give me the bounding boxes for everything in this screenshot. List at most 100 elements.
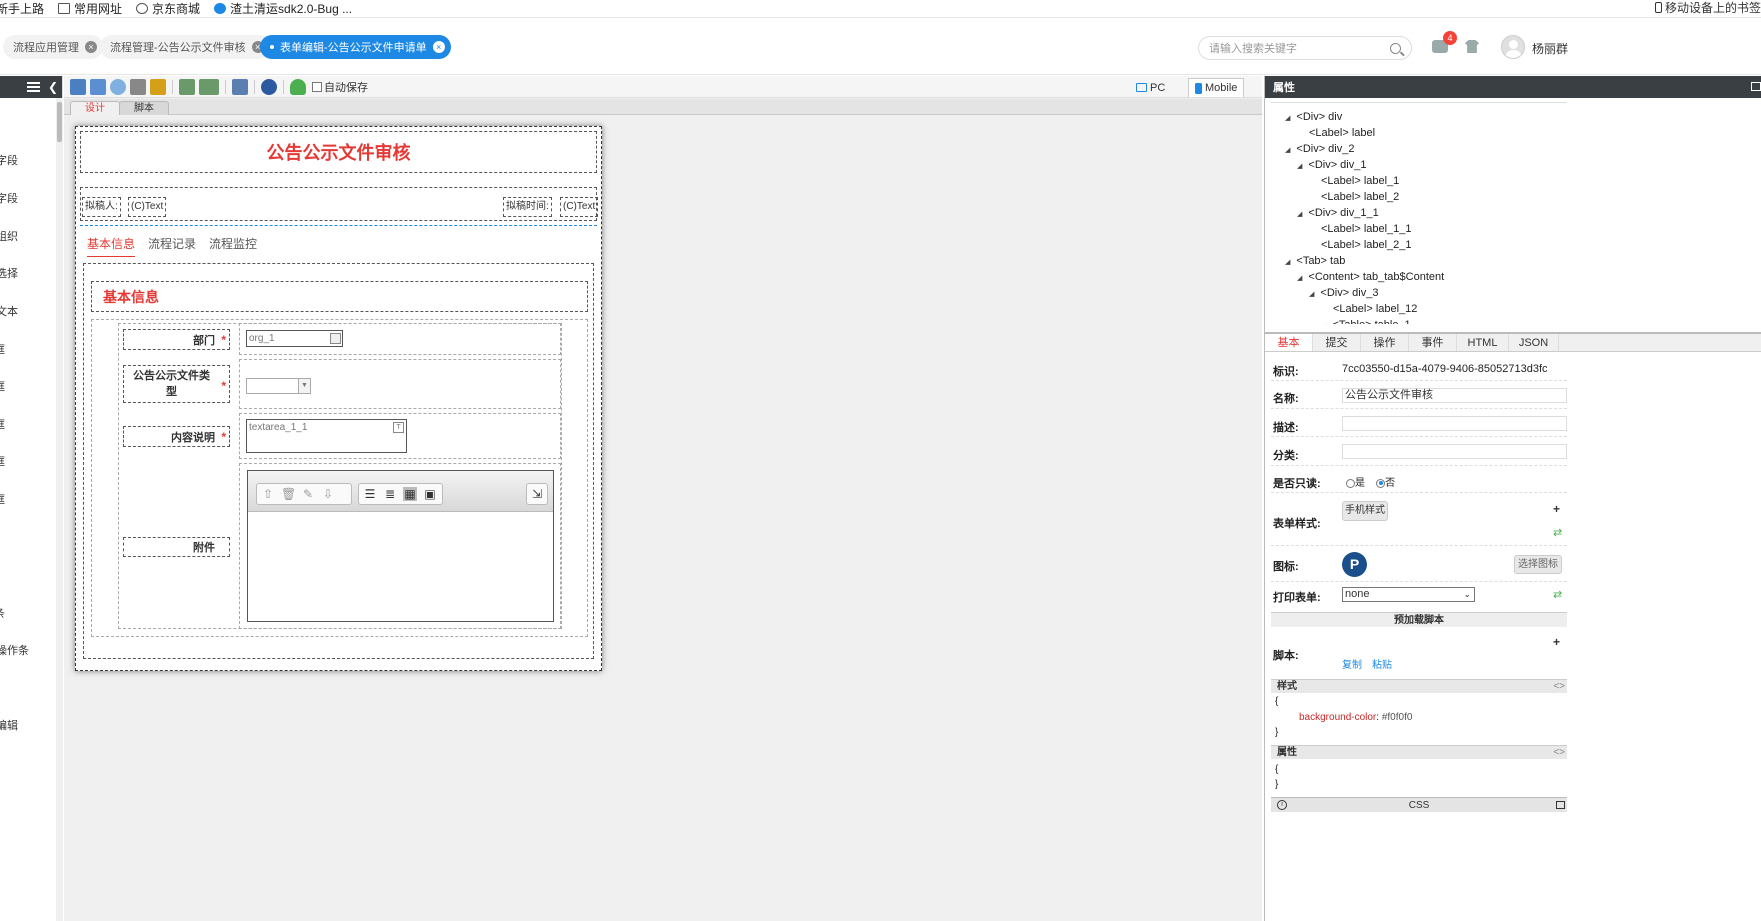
close-icon[interactable]: ×: [432, 41, 445, 53]
tab-action[interactable]: 操作: [1361, 334, 1409, 351]
maximize-icon[interactable]: [1751, 82, 1761, 91]
dept-label[interactable]: 部门 *: [123, 329, 230, 350]
search-input[interactable]: 请输入搜索关键字: [1198, 36, 1412, 60]
tab-script[interactable]: 脚本: [119, 101, 169, 115]
select-icon-button[interactable]: 选择图标: [1514, 555, 1562, 574]
tab-basic-info[interactable]: 基本信息: [87, 235, 136, 257]
download-icon[interactable]: ⇩: [321, 487, 335, 501]
tab-submit[interactable]: 提交: [1313, 334, 1361, 351]
tree-node[interactable]: <Label> label: [1309, 127, 1375, 139]
tab-form-edit[interactable]: 表单编辑-公告公示文件申请单 ×: [260, 35, 451, 59]
tab-process-app-management[interactable]: 流程应用管理 ×: [3, 35, 103, 59]
avatar[interactable]: [1501, 35, 1525, 59]
code-icon[interactable]: <>: [1553, 680, 1565, 694]
grid-icon[interactable]: ▦: [403, 487, 417, 501]
tab-html[interactable]: HTML: [1457, 334, 1509, 351]
autosave-checkbox[interactable]: [312, 81, 322, 92]
info-icon[interactable]: i: [1277, 800, 1287, 810]
sidebar-item[interactable]: 字段: [0, 190, 18, 206]
tab-process-monitor[interactable]: 流程监控: [209, 235, 257, 257]
text-format-icon[interactable]: T: [393, 422, 404, 433]
tree-node[interactable]: <Label> label_2: [1321, 191, 1399, 203]
expand-triangle-icon[interactable]: ◢: [1309, 291, 1314, 298]
content-textarea[interactable]: textarea_1_1 T: [246, 419, 407, 453]
type-select[interactable]: ▼: [246, 378, 311, 394]
sidebar-item[interactable]: 框: [0, 416, 5, 432]
readonly-yes-radio[interactable]: [1346, 478, 1355, 488]
sidebar-item[interactable]: 组织: [0, 228, 18, 244]
add-icon[interactable]: +: [1553, 502, 1560, 516]
dept-picker[interactable]: org_1: [246, 330, 343, 347]
refresh-icon[interactable]: ⇄: [1553, 588, 1562, 601]
content-label[interactable]: 内容说明 *: [123, 426, 230, 447]
wand-icon[interactable]: [150, 78, 166, 95]
add-icon[interactable]: +: [1553, 635, 1560, 649]
section-title[interactable]: 基本信息: [91, 281, 588, 312]
tab-design[interactable]: 设计: [70, 101, 120, 115]
draft-time-value[interactable]: (C)Text: [560, 197, 599, 217]
drafter-value[interactable]: (C)Text: [128, 197, 167, 217]
tree-node[interactable]: ◢ <Table> table_1: [1321, 319, 1411, 324]
expand-triangle-icon[interactable]: ◢: [1297, 275, 1302, 282]
category-input[interactable]: [1342, 444, 1567, 459]
sidebar-item[interactable]: 框: [0, 491, 5, 507]
mobile-style-button[interactable]: 手机样式: [1342, 501, 1388, 521]
help-icon[interactable]: [261, 78, 277, 95]
expand-icon[interactable]: ⇲: [530, 487, 544, 501]
detail-list-icon[interactable]: ≣: [383, 487, 397, 501]
expand-triangle-icon[interactable]: ◢: [1285, 259, 1290, 266]
sidebar-item[interactable]: 框: [0, 378, 5, 394]
tree-node[interactable]: <Label> label_1: [1321, 175, 1399, 187]
type-label[interactable]: 公告公示文件类型 *: [123, 365, 230, 403]
sidebar-scrollbar[interactable]: [56, 98, 63, 921]
tree-node[interactable]: ◢ <Div> div_1_1: [1297, 207, 1379, 219]
sidebar-item[interactable]: 框: [0, 453, 5, 469]
paste-link[interactable]: 粘贴: [1372, 660, 1392, 671]
user-picker-icon[interactable]: [330, 333, 341, 344]
tab-event[interactable]: 事件: [1409, 334, 1457, 351]
tree-node[interactable]: ◢ <Div> div: [1285, 111, 1342, 123]
bookmark-item[interactable]: 常用网址: [58, 0, 122, 17]
form-title[interactable]: 公告公示文件审核: [80, 131, 597, 173]
bookmark-item[interactable]: 京东商城: [136, 0, 200, 17]
refresh-icon[interactable]: ⇄: [1553, 526, 1562, 539]
export-icon[interactable]: [199, 78, 219, 95]
autosave-toggle[interactable]: 自动保存: [312, 79, 368, 95]
save-icon[interactable]: [70, 78, 86, 95]
tree-node[interactable]: <Label> label_12: [1333, 303, 1417, 315]
sidebar-item[interactable]: 字段: [0, 152, 18, 168]
tree-node[interactable]: ◢ <Div> div_2: [1285, 143, 1354, 155]
skin-icon[interactable]: [1465, 40, 1479, 53]
expand-triangle-icon[interactable]: ◢: [1321, 323, 1326, 324]
delete-icon[interactable]: 🗑: [281, 487, 296, 501]
form-canvas[interactable]: 公告公示文件审核 拟稿人: (C)Text 拟稿时间: (C)Text 基本信息…: [75, 126, 602, 671]
print-icon[interactable]: [130, 78, 146, 95]
sidebar-item[interactable]: 文本: [0, 303, 18, 319]
scrollbar-thumb[interactable]: [57, 102, 62, 142]
tree-node[interactable]: ◢ <Div> div_3: [1309, 287, 1378, 299]
view-tab-pc[interactable]: PC: [1130, 78, 1171, 97]
expand-triangle-icon[interactable]: ◢: [1297, 163, 1302, 170]
name-input[interactable]: 公告公示文件审核: [1342, 388, 1567, 403]
copy-link[interactable]: 复制: [1342, 660, 1362, 671]
username[interactable]: 杨丽群: [1532, 40, 1568, 57]
code-icon[interactable]: <>: [1553, 746, 1565, 760]
attachment-uploader[interactable]: ⇧ 🗑 ✎ ⇩ ☰ ≣ ▦ ▣ ⇲: [247, 470, 554, 622]
list-icon[interactable]: ☰: [363, 487, 377, 501]
tab-basic[interactable]: 基本: [1265, 334, 1313, 351]
copy-icon[interactable]: [1556, 801, 1565, 809]
close-icon[interactable]: ×: [85, 41, 97, 53]
plugin-icon[interactable]: [290, 78, 306, 95]
desc-input[interactable]: [1342, 416, 1567, 431]
image-icon[interactable]: ▣: [423, 487, 437, 501]
tree-node[interactable]: ◢ <Tab> tab: [1285, 255, 1345, 267]
upload-icon[interactable]: ⇧: [261, 487, 275, 501]
attachment-label[interactable]: 附件: [123, 537, 230, 557]
expand-triangle-icon[interactable]: ◢: [1285, 115, 1290, 122]
css-bar[interactable]: i CSS: [1271, 797, 1567, 812]
tab-process-record[interactable]: 流程记录: [148, 235, 196, 257]
view-tab-mobile[interactable]: Mobile: [1188, 78, 1245, 97]
draft-time-label[interactable]: 拟稿时间:: [503, 197, 552, 217]
drafter-label[interactable]: 拟稿人:: [82, 197, 121, 217]
print-form-select[interactable]: none ⌄: [1342, 587, 1475, 602]
